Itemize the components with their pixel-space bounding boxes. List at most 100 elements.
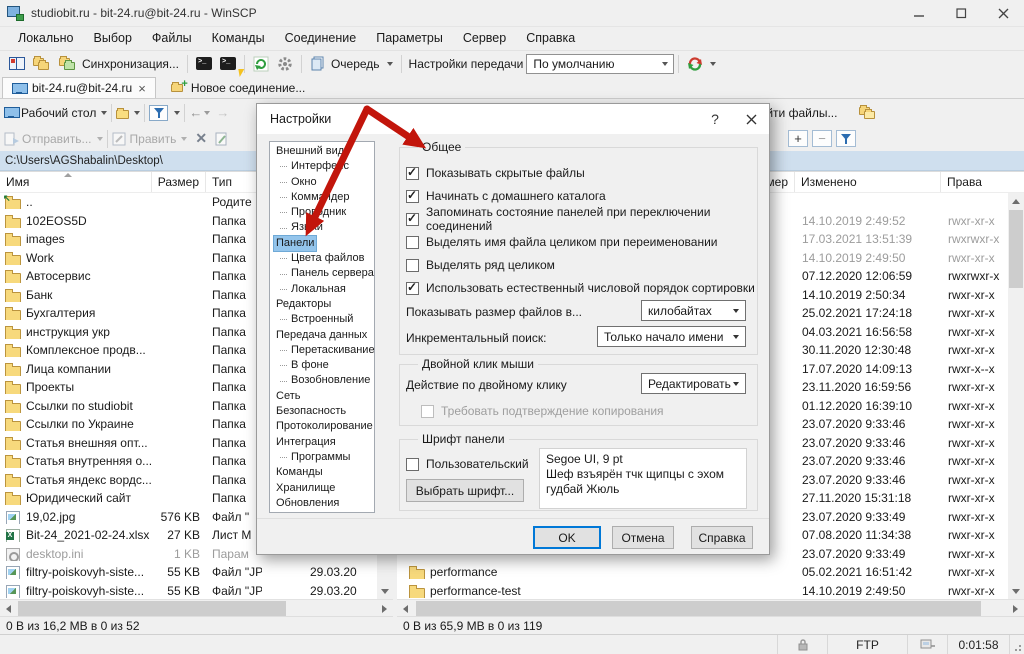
tree-item[interactable]: Хранилище <box>270 481 374 496</box>
tree-item[interactable]: Панель сервера <box>270 266 374 281</box>
open-terminal-button[interactable] <box>192 53 216 75</box>
tree-item[interactable]: Цвета файлов <box>270 251 374 266</box>
menu-item[interactable]: Сервер <box>453 28 516 49</box>
tree-item[interactable]: Интеграция <box>270 435 374 450</box>
scrollbar-thumb[interactable] <box>18 601 286 616</box>
tree-item[interactable]: Редакторы <box>270 297 374 312</box>
chevron-down-icon[interactable] <box>101 111 107 115</box>
checkbox[interactable] <box>406 458 419 471</box>
tree-item[interactable]: Обновления <box>270 496 374 511</box>
refresh-button[interactable] <box>249 53 273 75</box>
delete-icon[interactable]: ✕ <box>195 130 207 147</box>
tree-item[interactable]: Окно <box>270 175 374 190</box>
checkbox[interactable] <box>406 236 419 249</box>
incremental-search-combo[interactable]: Только начало имени <box>597 326 746 347</box>
scroll-right-icon[interactable] <box>376 600 393 617</box>
remove-button[interactable]: − <box>812 130 832 147</box>
tree-item[interactable]: Внешний вид <box>270 144 374 159</box>
connection-cell[interactable] <box>908 635 948 654</box>
checkbox[interactable] <box>406 190 419 203</box>
compare-dirs-button[interactable] <box>29 53 55 75</box>
scroll-down-icon[interactable] <box>1008 583 1024 599</box>
resize-grip[interactable] <box>1010 635 1024 654</box>
local-filter-button[interactable] <box>149 105 172 121</box>
send-button[interactable]: Отправить... <box>22 132 92 146</box>
properties-icon[interactable] <box>215 132 229 146</box>
dialog-close-button[interactable] <box>733 104 769 134</box>
checkbox[interactable] <box>406 213 419 226</box>
chevron-down-icon[interactable] <box>174 111 180 115</box>
scrollbar-thumb[interactable] <box>416 601 981 616</box>
transfer-preset-combo[interactable]: По умолчанию <box>526 54 674 74</box>
chevron-down-icon[interactable] <box>204 111 210 115</box>
close-button[interactable] <box>982 0 1024 26</box>
tree-item[interactable]: Языки <box>270 220 374 235</box>
cancel-button[interactable]: Отмена <box>612 526 674 549</box>
tree-item[interactable]: Встроенный <box>270 312 374 327</box>
tree-item[interactable]: Интерфейс <box>270 159 374 174</box>
tree-item[interactable]: Локальная <box>270 282 374 297</box>
tree-item[interactable]: Возобновление <box>270 373 374 388</box>
local-horizontal-scrollbar[interactable] <box>0 599 393 616</box>
menu-item[interactable]: Файлы <box>142 28 202 49</box>
checkbox[interactable] <box>406 167 419 180</box>
menu-item[interactable]: Справка <box>516 28 585 49</box>
scroll-left-icon[interactable] <box>0 600 17 617</box>
preferences-button[interactable] <box>273 53 297 75</box>
file-size-units-combo[interactable]: килобайтах <box>641 300 746 321</box>
tree-item[interactable]: В фоне <box>270 358 374 373</box>
protocol-cell[interactable]: FTP <box>828 635 908 654</box>
table-row[interactable]: filtry-poiskovyh-siste...55 KBФайл "JPG"… <box>0 582 377 600</box>
open-folder-icon[interactable] <box>116 106 132 120</box>
menu-item[interactable]: Параметры <box>366 28 453 49</box>
console-command-button[interactable] <box>216 53 240 75</box>
tree-item[interactable]: Сеть <box>270 389 374 404</box>
help-button[interactable]: Справка <box>691 526 753 549</box>
sync-browsing-button[interactable] <box>683 53 720 75</box>
tree-item[interactable]: Протоколирование <box>270 419 374 434</box>
table-row[interactable]: performance05.02.2021 16:51:42rwxr-xr-x <box>397 563 1008 582</box>
minimize-button[interactable] <box>898 0 940 26</box>
bookmark-folders-icon[interactable] <box>859 106 877 120</box>
encryption-cell[interactable] <box>778 635 828 654</box>
scroll-down-icon[interactable] <box>377 583 393 599</box>
column-header-type[interactable]: Тип <box>206 172 262 192</box>
remote-horizontal-scrollbar[interactable] <box>397 599 1024 616</box>
table-row[interactable]: performance-test14.10.2019 2:49:50rwxr-x… <box>397 582 1008 600</box>
menu-item[interactable]: Соединение <box>275 28 367 49</box>
remote-filter-button[interactable] <box>836 130 856 147</box>
scroll-right-icon[interactable] <box>1007 600 1024 617</box>
tree-item[interactable]: Команды <box>270 465 374 480</box>
toggle-panels-button[interactable] <box>5 53 29 75</box>
menu-item[interactable]: Команды <box>202 28 275 49</box>
edit-button[interactable]: Править <box>130 132 177 146</box>
add-button[interactable]: + <box>788 130 808 147</box>
tree-item[interactable]: Коммандер <box>270 190 374 205</box>
doubleclick-action-combo[interactable]: Редактировать <box>641 373 746 394</box>
tree-item[interactable]: Безопасность <box>270 404 374 419</box>
tab-new-session[interactable]: Новое соединение... <box>162 77 315 98</box>
checkbox[interactable] <box>421 405 434 418</box>
queue-button[interactable]: Очередь <box>306 53 397 75</box>
scroll-up-icon[interactable] <box>1008 193 1024 209</box>
tree-item[interactable]: Проводник <box>270 205 374 220</box>
column-header-name[interactable]: Имя <box>0 172 152 192</box>
tree-item[interactable]: Панели <box>270 236 374 251</box>
column-header-size[interactable]: Размер <box>152 172 206 192</box>
menu-item[interactable]: Выбор <box>84 28 142 49</box>
dialog-help-button[interactable]: ? <box>697 104 733 134</box>
choose-font-button[interactable]: Выбрать шрифт... <box>406 479 524 502</box>
local-location-selector[interactable]: Рабочий стол <box>21 106 96 120</box>
remote-vertical-scrollbar[interactable] <box>1008 193 1024 599</box>
column-header-rights[interactable]: Права <box>941 172 1024 192</box>
checkbox[interactable] <box>406 282 419 295</box>
synchronize-button[interactable]: Синхронизация... <box>55 53 183 75</box>
tab-close-icon[interactable]: × <box>138 82 146 95</box>
table-row[interactable]: filtry-poiskovyh-siste...55 KBФайл "JPG"… <box>0 563 377 582</box>
checkbox[interactable] <box>406 259 419 272</box>
chevron-down-icon[interactable] <box>134 111 140 115</box>
scrollbar-thumb[interactable] <box>1009 210 1023 288</box>
tree-item[interactable]: Перетаскивание <box>270 343 374 358</box>
maximize-button[interactable] <box>940 0 982 26</box>
scroll-left-icon[interactable] <box>397 600 414 617</box>
